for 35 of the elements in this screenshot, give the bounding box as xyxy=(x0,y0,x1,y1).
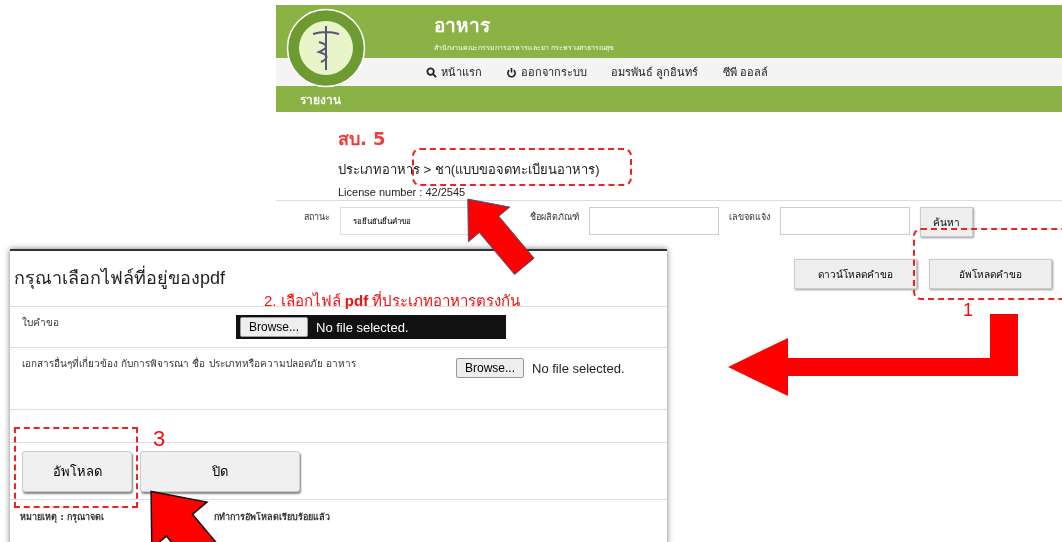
step-number: 1 xyxy=(963,300,973,321)
power-icon xyxy=(506,66,517,78)
license-number: License number : 42/2545 xyxy=(338,186,466,198)
page-heading: สบ. 5 xyxy=(338,127,387,151)
instruction-text: 2. เลือกไฟล์ pdf ที่ประเภทอาหารตรงกัน xyxy=(264,290,521,311)
file-picker[interactable]: Browse... No file selected. xyxy=(236,315,506,339)
search-button[interactable]: ค้นหา xyxy=(920,207,973,237)
step-number: 3 xyxy=(153,426,166,452)
dialog-title: กรุณาเลือกไฟล์ที่อยู่ของpdf xyxy=(14,263,226,292)
file-label: เอกสารอื่นๆที่เกี่ยวข้อง กับการพิจารณา ชื่อ ประเภทหรือความปลอดภัย อาหาร xyxy=(22,356,357,371)
nav-link[interactable]: หน้าแรก xyxy=(426,63,482,81)
action-button[interactable]: ดาวน์โหลดคำขอ xyxy=(794,259,917,289)
file-label: ใบคำขอ xyxy=(22,316,60,330)
file-status: No file selected. xyxy=(532,360,625,376)
browse-button[interactable]: Browse... xyxy=(240,317,308,337)
nav-link[interactable]: อมรพันธ์ ลูกอินทร์ xyxy=(611,63,699,81)
site-title: อาหาร xyxy=(434,13,491,38)
nav-link[interactable]: ออกจากระบบ xyxy=(506,63,587,81)
file-status: No file selected. xyxy=(316,319,409,335)
browse-button[interactable]: Browse... xyxy=(456,358,524,378)
dialog-button[interactable]: ปิด xyxy=(140,451,300,492)
filter-input[interactable] xyxy=(589,207,719,235)
note-text: หมายเหตุ : กรุณาจดเ xyxy=(20,511,104,524)
file-picker[interactable]: Browse... No file selected. xyxy=(452,356,629,380)
search-icon xyxy=(426,66,437,78)
nav-link[interactable]: ซีพี ออลล์ xyxy=(722,63,768,81)
filter-label: ชื่อผลิตภัณฑ์ xyxy=(530,210,579,224)
filter-label: สถานะ xyxy=(304,211,330,224)
section-bar: รายงาน xyxy=(276,86,1062,112)
action-button[interactable]: อัพโหลดคำขอ xyxy=(929,259,1052,289)
filter-input[interactable] xyxy=(780,207,910,235)
breadcrumb: ประเภทอาหาร > ชา(แบบขอจดทะเบียนอาหาร) xyxy=(338,161,600,179)
note-text: กทำการอัพโหลดเรียบร้อยแล้ว xyxy=(213,511,330,524)
dialog-button[interactable]: อัพโหลด xyxy=(22,451,132,492)
filter-label: เลขจดแจ้ง xyxy=(729,211,770,224)
